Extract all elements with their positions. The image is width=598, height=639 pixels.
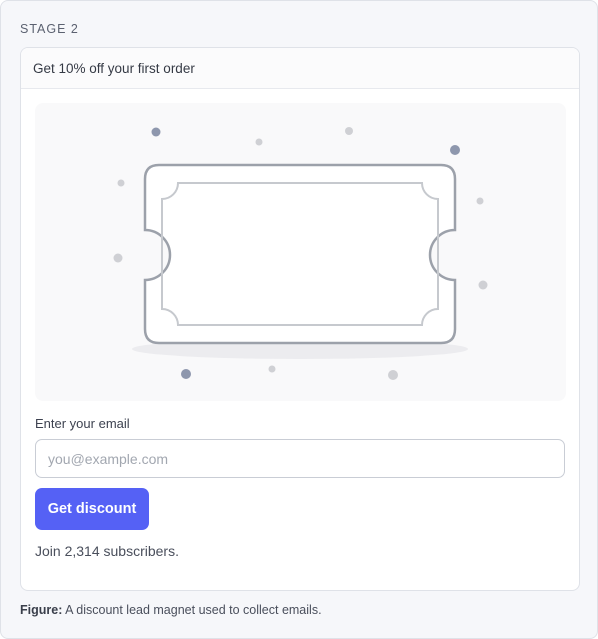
confetti-dot	[151, 127, 161, 137]
confetti-dot	[117, 179, 125, 187]
lead-magnet-card: Get 10% off your first order Enter your …	[20, 47, 580, 591]
email-field[interactable]	[35, 439, 565, 478]
confetti-dot	[255, 138, 263, 146]
get-discount-button[interactable]: Get discount	[35, 488, 149, 530]
confetti-dot	[345, 127, 353, 135]
confetti-dot	[181, 369, 191, 379]
stage-frame: STAGE 2 Get 10% off your first order Ent…	[0, 0, 598, 639]
subscriber-count: Join 2,314 subscribers.	[35, 543, 179, 559]
confetti-dot	[476, 197, 484, 205]
caption-prefix: Figure:	[20, 603, 63, 617]
coupon-illustration	[35, 103, 566, 401]
confetti-dot	[388, 370, 398, 380]
confetti-dot	[268, 365, 276, 373]
email-field-label: Enter your email	[35, 416, 130, 431]
ticket-outline	[143, 163, 457, 345]
stage-label: STAGE 2	[20, 22, 79, 36]
ticket-coupon-icon	[113, 127, 488, 380]
card-header: Get 10% off your first order	[21, 48, 579, 89]
figure-caption: Figure: A discount lead magnet used to c…	[20, 603, 322, 617]
confetti-dot	[450, 145, 460, 155]
confetti-dot	[113, 253, 123, 263]
caption-text: A discount lead magnet used to collect e…	[62, 603, 322, 617]
confetti-dot	[478, 280, 488, 290]
